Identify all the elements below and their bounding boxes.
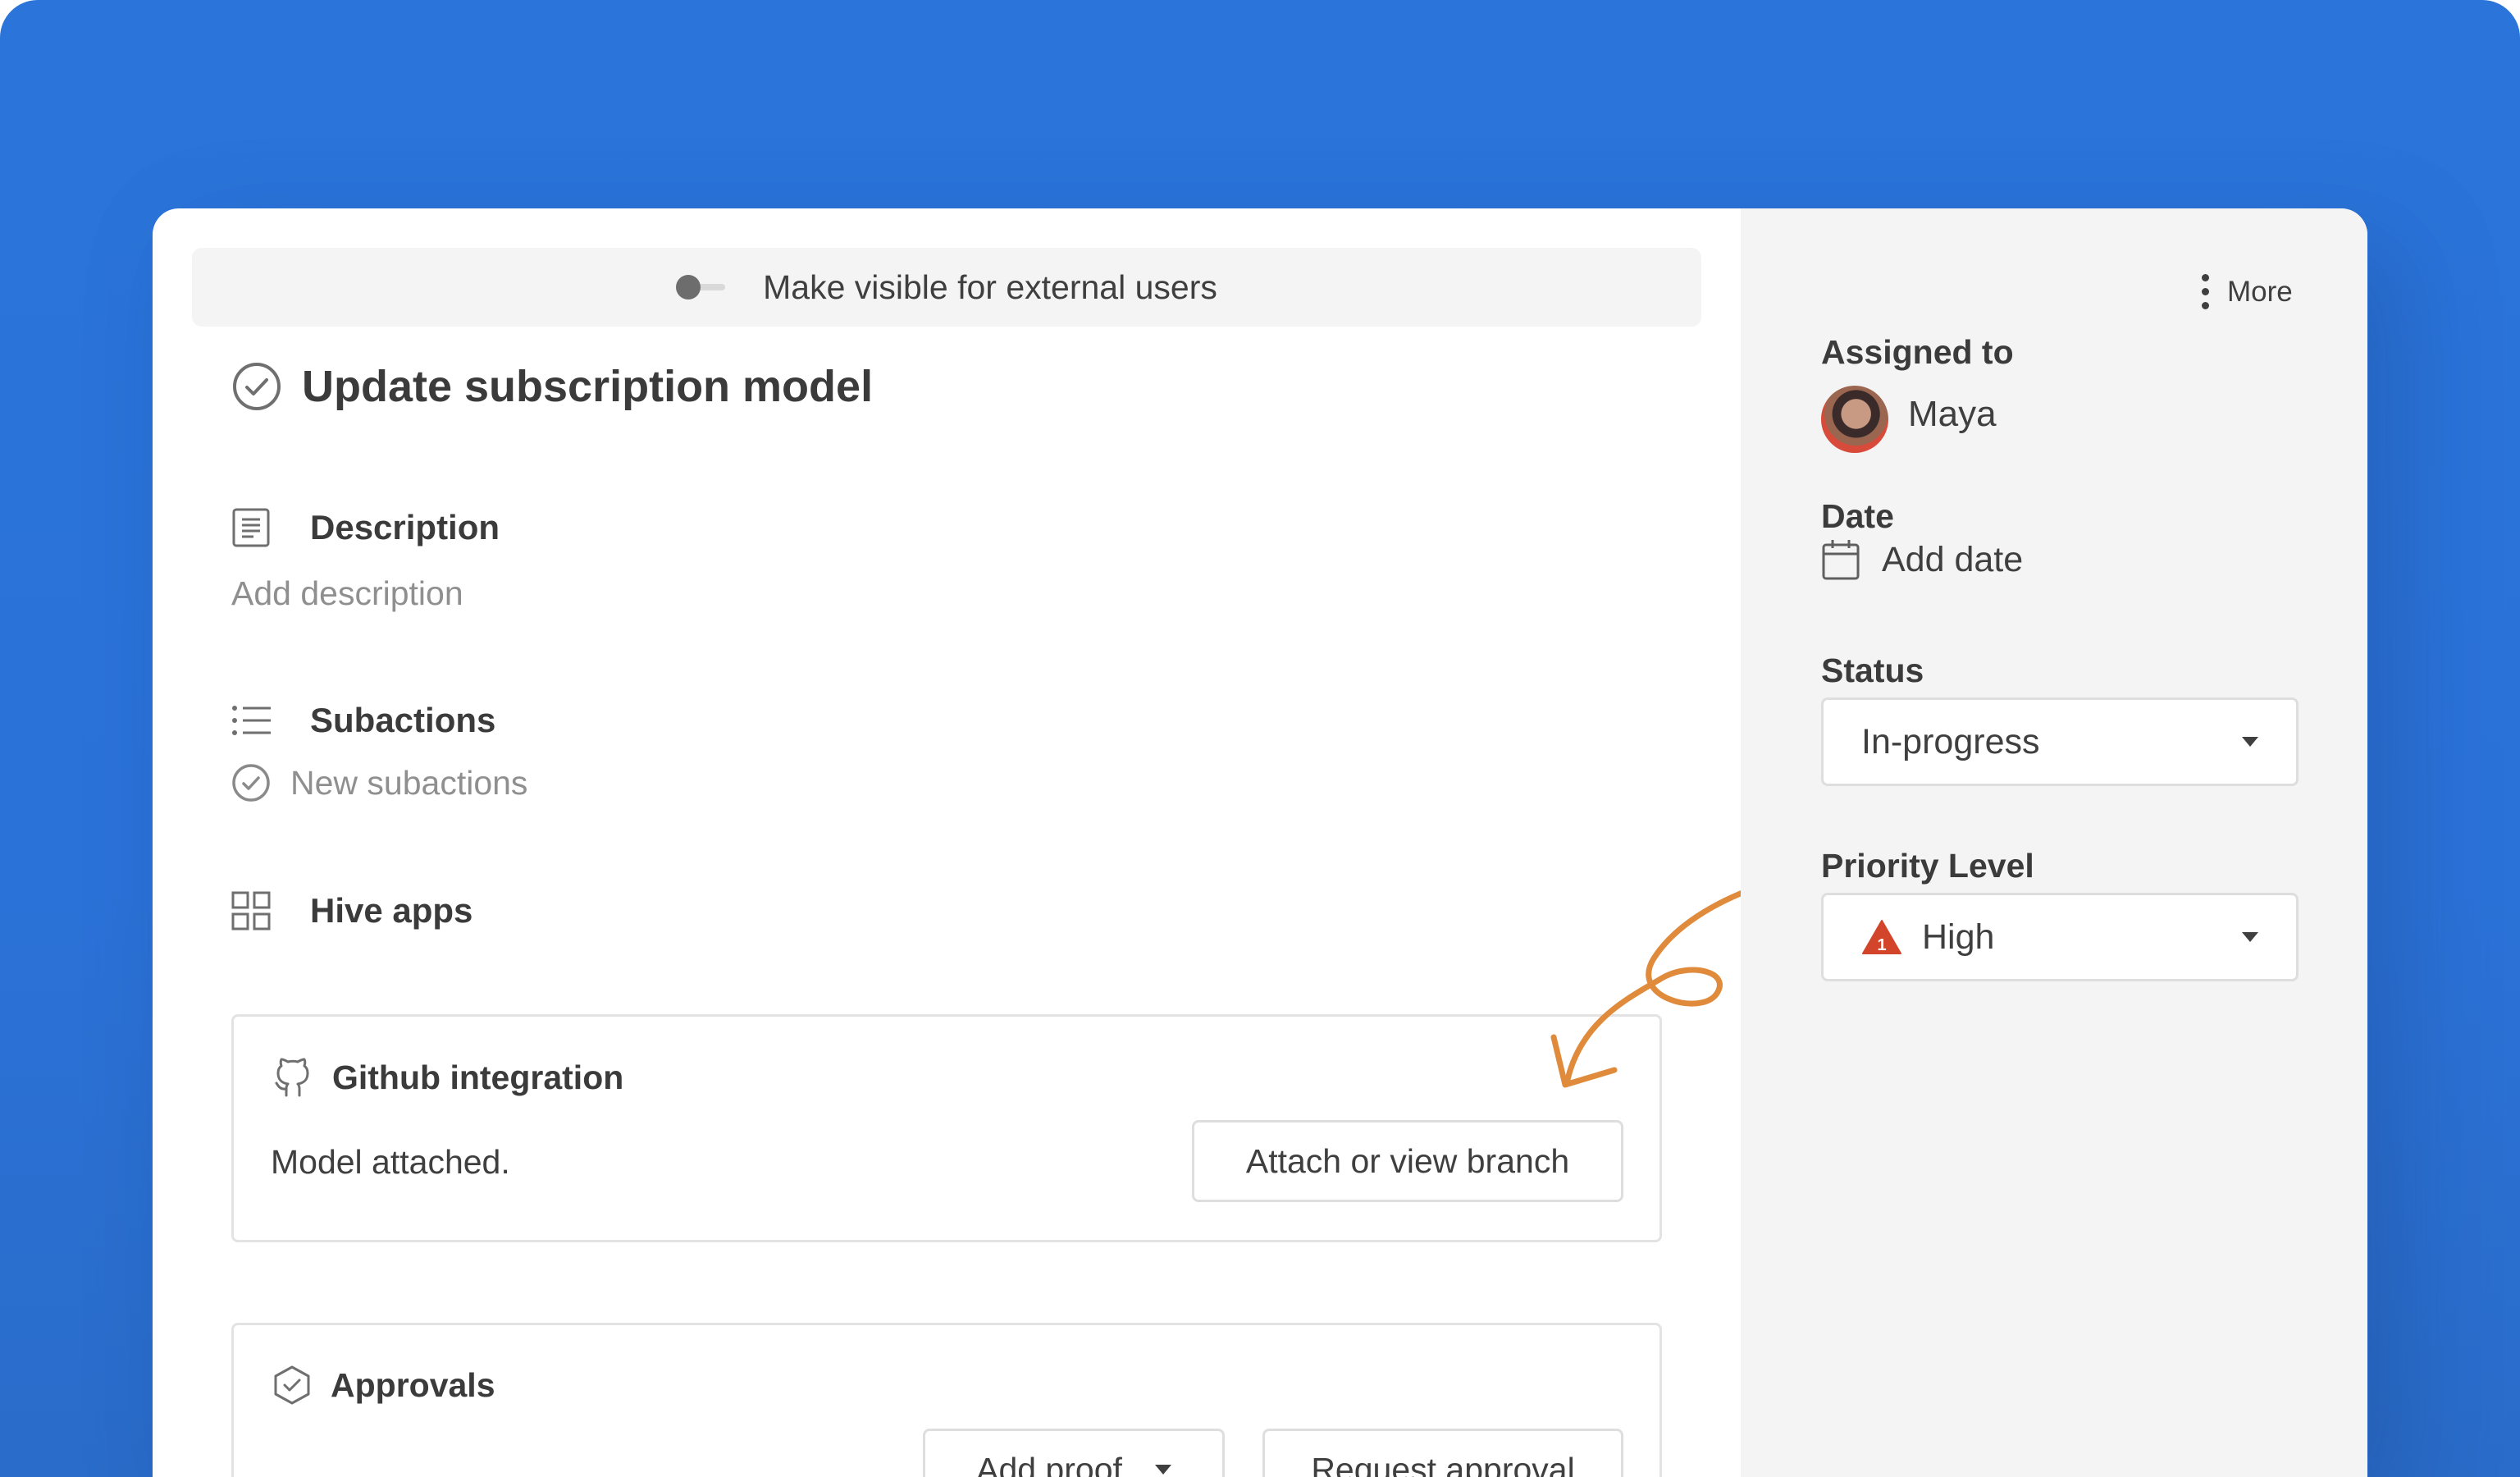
approvals-header: Approvals xyxy=(273,1365,495,1406)
shield-check-icon xyxy=(274,1365,310,1405)
external-visibility-bar: Make visible for external users xyxy=(192,248,1701,327)
more-label: More xyxy=(2227,275,2293,308)
status-value: In-progress xyxy=(1861,721,2040,761)
github-integration-header: Github integration xyxy=(273,1056,623,1099)
subactions-heading: Subactions xyxy=(310,701,496,739)
priority-badge-number: 1 xyxy=(1877,936,1886,954)
add-date-button[interactable]: Add date xyxy=(1821,538,2023,581)
new-subactions-label: New subactions xyxy=(290,763,528,802)
more-button[interactable]: More xyxy=(2202,274,2293,309)
grid-icon xyxy=(231,891,271,931)
status-label: Status xyxy=(1821,652,1924,689)
task-title-row: Update subscription model xyxy=(231,361,873,412)
check-circle-icon[interactable] xyxy=(231,361,282,412)
warning-triangle-icon: 1 xyxy=(1862,920,1901,954)
add-proof-button[interactable]: Add proof xyxy=(923,1429,1225,1477)
chevron-down-icon xyxy=(2242,932,2258,942)
chevron-down-icon xyxy=(1154,1465,1171,1475)
assignee-name[interactable]: Maya xyxy=(1908,394,1997,435)
add-date-label: Add date xyxy=(1882,539,2024,579)
calendar-icon xyxy=(1822,540,1860,580)
check-circle-icon xyxy=(232,764,270,802)
task-detail-card: Make visible for external users Update s… xyxy=(153,208,2367,1477)
priority-level-label: Priority Level xyxy=(1821,847,2034,885)
avatar[interactable] xyxy=(1821,386,1888,453)
approvals-panel: Approvals Add proof Request approval xyxy=(231,1323,1662,1477)
external-visibility-label: Make visible for external users xyxy=(763,268,1217,306)
description-input[interactable]: Add description xyxy=(231,574,463,613)
priority-dropdown[interactable]: 1 High xyxy=(1821,893,2299,981)
assigned-to-label: Assigned to xyxy=(1821,333,2014,371)
status-dropdown[interactable]: In-progress xyxy=(1821,697,2299,786)
hive-apps-section: Hive apps xyxy=(231,891,472,931)
priority-value: High xyxy=(1922,917,1995,957)
more-vertical-icon xyxy=(2202,274,2209,309)
add-proof-label: Add proof xyxy=(976,1450,1122,1477)
github-status-text: Model attached. xyxy=(271,1143,510,1181)
github-integration-title: Github integration xyxy=(332,1058,624,1096)
description-heading: Description xyxy=(310,508,500,546)
new-subaction-row[interactable]: New subactions xyxy=(231,763,527,803)
document-icon xyxy=(232,508,270,547)
external-visibility-toggle[interactable] xyxy=(676,275,726,300)
hive-apps-heading: Hive apps xyxy=(310,891,473,930)
description-section: Description xyxy=(231,507,500,548)
background: Make visible for external users Update s… xyxy=(0,0,2520,1477)
approvals-title: Approvals xyxy=(331,1365,495,1404)
request-approval-button[interactable]: Request approval xyxy=(1262,1429,1623,1477)
chevron-down-icon xyxy=(2242,737,2258,747)
task-title[interactable]: Update subscription model xyxy=(302,361,873,412)
date-label: Date xyxy=(1821,497,1894,535)
list-icon xyxy=(232,706,271,735)
subactions-section: Subactions xyxy=(231,701,495,740)
github-icon xyxy=(275,1058,309,1097)
